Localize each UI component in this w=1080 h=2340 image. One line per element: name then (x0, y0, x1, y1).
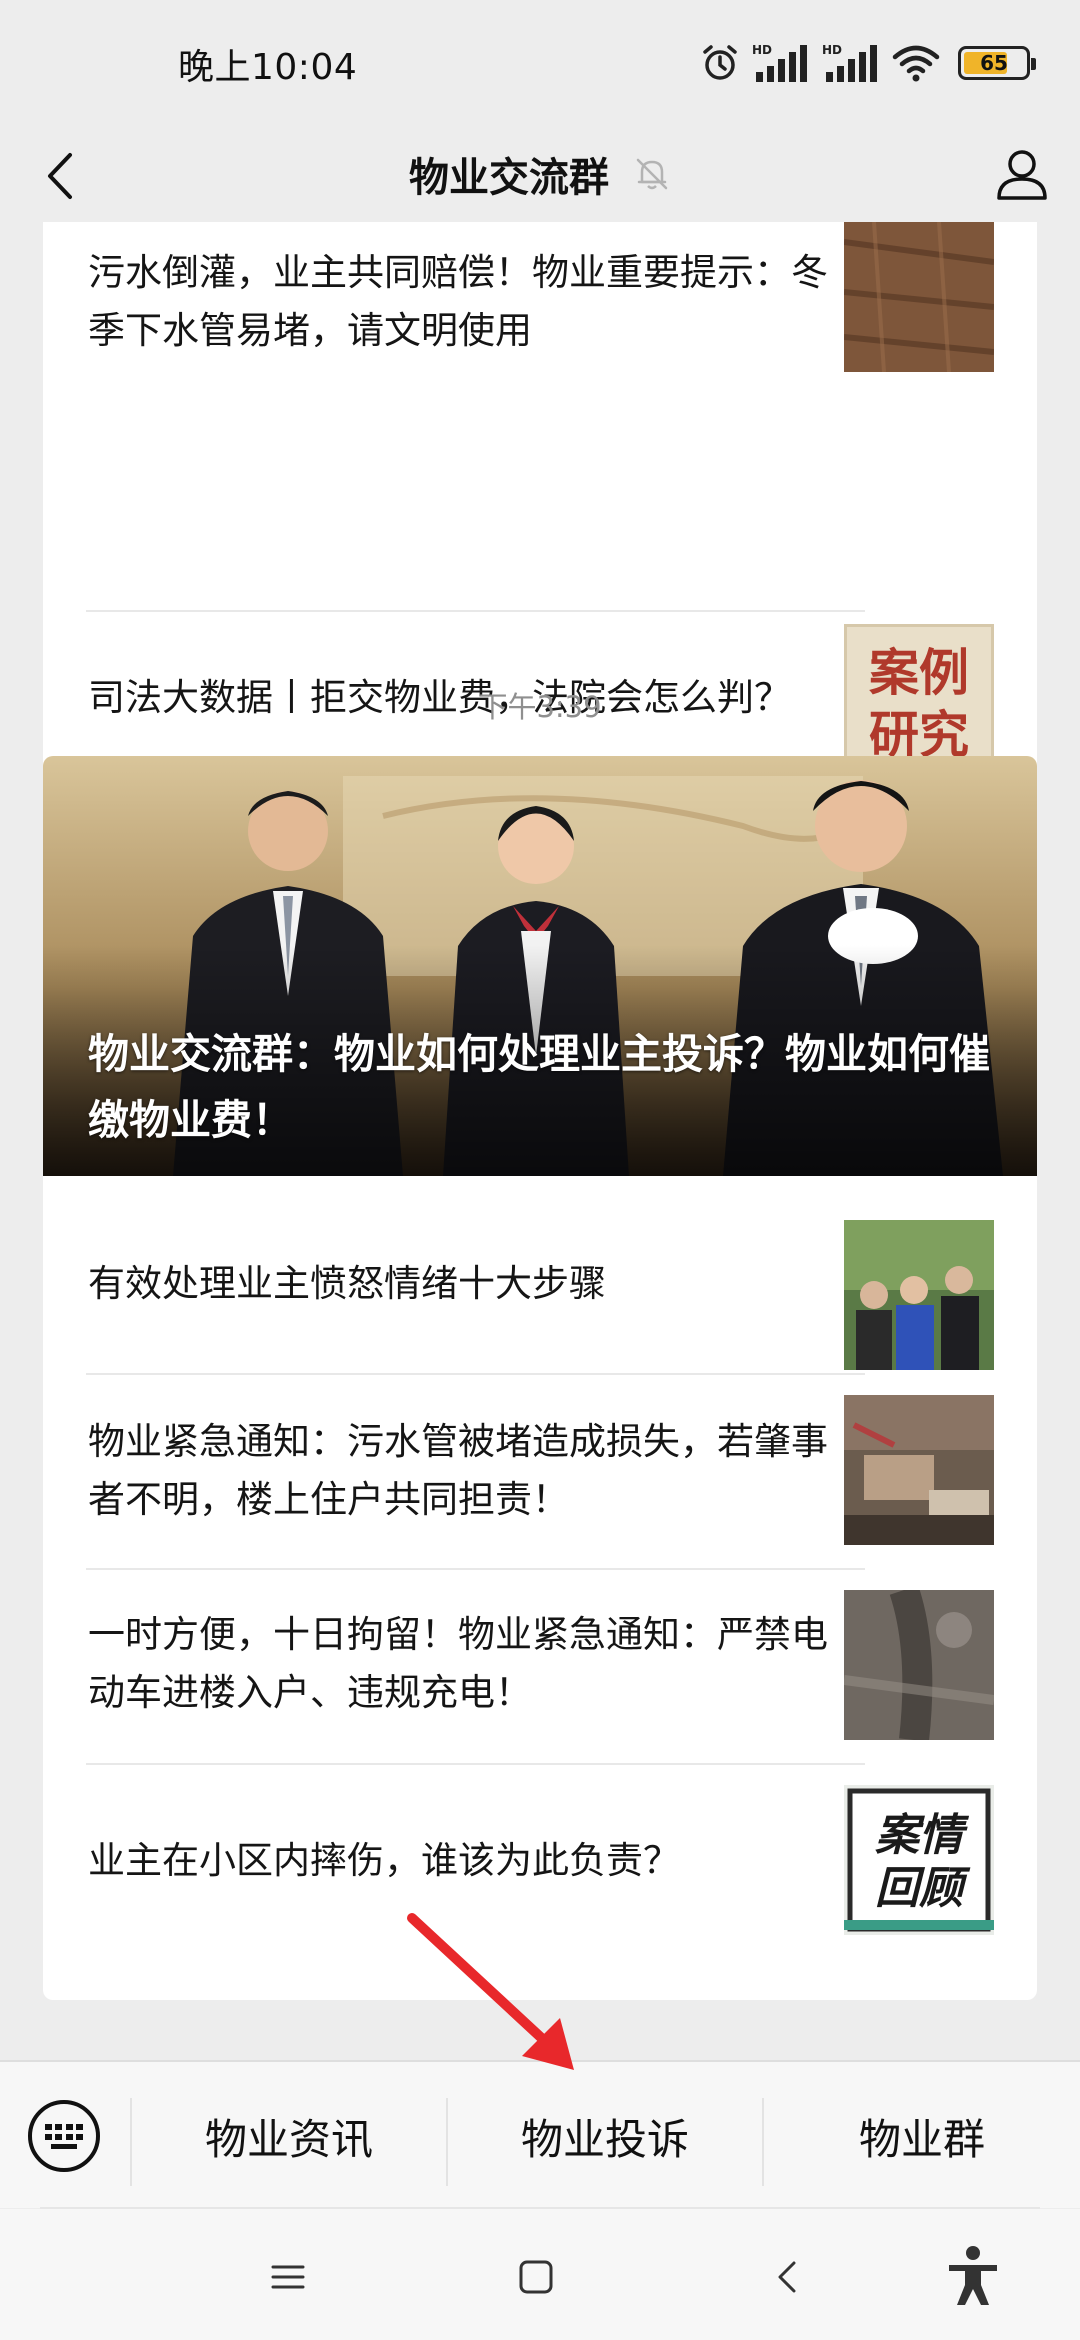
menu-item-complaint[interactable]: 物业投诉 (448, 2062, 762, 2210)
status-time: 晚上10:04 (178, 47, 358, 88)
home-icon (519, 2260, 553, 2294)
article-row[interactable]: 物业紧急通知：污水管被堵造成损失，若肇事者不明，楼上住户共同担责！ (43, 1373, 1037, 1568)
article-row[interactable]: 业主在小区内摔伤，谁该为此负责？ 案情 回顾 (43, 1763, 1037, 1958)
article-thumbnail[interactable] (844, 1395, 994, 1545)
accessibility-icon (949, 2246, 997, 2305)
svg-text:HD: HD (752, 43, 772, 57)
status-icons: HD HD 65 (700, 38, 1036, 88)
article-title[interactable]: 业主在小区内摔伤，谁该为此负责？ (88, 1793, 848, 1929)
recent-apps-button[interactable] (258, 2247, 318, 2307)
article-title[interactable]: 物业紧急通知：污水管被堵造成损失，若肇事者不明，楼上住户共同担责！ (88, 1403, 848, 1539)
article-thumbnail[interactable]: 案情 回顾 (844, 1785, 994, 1935)
message-timestamp: 下午3:39 (478, 690, 602, 724)
keyboard-icon (28, 2100, 100, 2172)
chat-message-list[interactable]: 污水倒灌，业主共同赔偿！物业重要提示：冬季下水管易堵，请文明使用 司法大数据丨拒… (0, 222, 1080, 2060)
svg-text:HD: HD (822, 43, 842, 57)
hero-title[interactable]: 物业交流群：物业如何处理业主投诉？物业如何催缴物业费！ (88, 1021, 997, 1153)
article-row[interactable]: 一时方便，十日拘留！物业紧急通知：严禁电动车进楼入户、违规充电！ (43, 1568, 1037, 1763)
article-divider (86, 610, 865, 612)
article-card-top[interactable]: 污水倒灌，业主共同赔偿！物业重要提示：冬季下水管易堵，请文明使用 司法大数据丨拒… (43, 222, 1037, 824)
bell-muted-icon (633, 155, 671, 193)
article-title[interactable]: 污水倒灌，业主共同赔偿！物业重要提示：冬季下水管易堵，请文明使用 (88, 234, 848, 370)
hero-article[interactable]: 物业交流群：物业如何处理业主投诉？物业如何催缴物业费！ (43, 756, 1037, 1176)
thumb-text-top: 案情 (875, 1810, 970, 1861)
chat-info-button[interactable] (990, 142, 1054, 206)
article-thumbnail[interactable] (844, 1220, 994, 1370)
menu-item-news[interactable]: 物业资讯 (132, 2062, 446, 2210)
article-thumbnail[interactable] (844, 222, 994, 372)
system-back-button[interactable] (758, 2247, 818, 2307)
home-button[interactable] (506, 2247, 566, 2307)
person-icon (997, 150, 1047, 200)
status-bar: 晚上10:04 HD HD 65 (0, 0, 1080, 126)
chat-header: 物业交流群 (0, 126, 1080, 222)
back-icon (778, 2261, 796, 2293)
hd-signal-icon: HD (752, 43, 807, 82)
article-thumbnail[interactable] (844, 1590, 994, 1740)
battery-icon: 65 (958, 46, 1036, 80)
article-title[interactable]: 有效处理业主愤怒情绪十大步骤 (88, 1216, 848, 1352)
accessibility-button[interactable] (940, 2243, 1006, 2309)
thumb-text-bottom: 回顾 (875, 1863, 971, 1914)
article-row[interactable]: 有效处理业主愤怒情绪十大步骤 (43, 1176, 1037, 1371)
hd-signal-icon: HD (822, 43, 877, 82)
menu-icon (271, 2265, 305, 2289)
system-navigation-bar (0, 2209, 1080, 2340)
battery-level: 65 (980, 51, 1008, 75)
wifi-icon (892, 45, 940, 82)
menu-item-group[interactable]: 物业群 (764, 2062, 1080, 2210)
article-card-main[interactable]: 物业交流群：物业如何处理业主投诉？物业如何催缴物业费！ 有效处理业主愤怒情绪十大… (43, 756, 1037, 2000)
article-row[interactable]: 污水倒灌，业主共同赔偿！物业重要提示：冬季下水管易堵，请文明使用 (43, 222, 1037, 377)
keyboard-toggle-button[interactable] (24, 2096, 104, 2176)
custom-menu-bar: 物业资讯 物业投诉 物业群 (0, 2060, 1080, 2208)
chat-title-group: 物业交流群 (0, 126, 1080, 222)
article-title[interactable]: 一时方便，十日拘留！物业紧急通知：严禁电动车进楼入户、违规充电！ (88, 1596, 848, 1732)
alarm-icon (703, 45, 737, 80)
chat-title: 物业交流群 (409, 155, 609, 201)
